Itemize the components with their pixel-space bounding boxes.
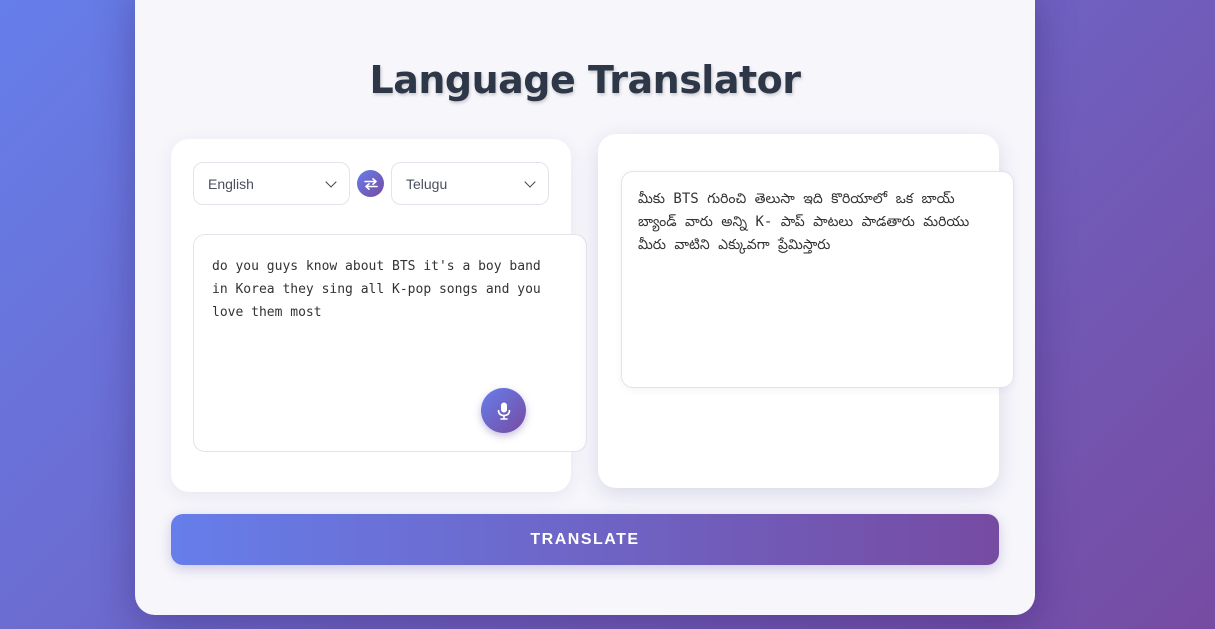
- chevron-down-icon: [524, 176, 536, 188]
- translator-card: Language Translator English Telugu do yo…: [135, 0, 1035, 615]
- microphone-icon: [497, 402, 510, 420]
- translate-button[interactable]: TRANSLATE: [171, 514, 999, 565]
- source-language-label: English: [208, 175, 254, 192]
- page-title: Language Translator: [369, 58, 802, 102]
- source-text-input[interactable]: do you guys know about BTS it's a boy ba…: [193, 234, 587, 452]
- translated-text: మీకు BTS గురించి తెలుసా ఇది కొరియాలో ఒక …: [638, 191, 970, 253]
- chevron-down-icon: [325, 176, 337, 188]
- target-language-label: Telugu: [406, 175, 448, 192]
- source-text[interactable]: do you guys know about BTS it's a boy ba…: [212, 255, 562, 324]
- microphone-button[interactable]: [481, 388, 526, 433]
- swap-arrows-icon: [363, 177, 378, 190]
- target-language-select[interactable]: Telugu: [391, 162, 549, 205]
- source-panel: English Telugu do you guys know about BT…: [171, 139, 587, 492]
- swap-languages-button[interactable]: [357, 170, 384, 197]
- output-panel: మీకు BTS గురించి తెలుసా ఇది కొరియాలో ఒక …: [598, 134, 1014, 488]
- source-language-select[interactable]: English: [193, 162, 350, 205]
- translated-text-output: మీకు BTS గురించి తెలుసా ఇది కొరియాలో ఒక …: [621, 171, 1014, 388]
